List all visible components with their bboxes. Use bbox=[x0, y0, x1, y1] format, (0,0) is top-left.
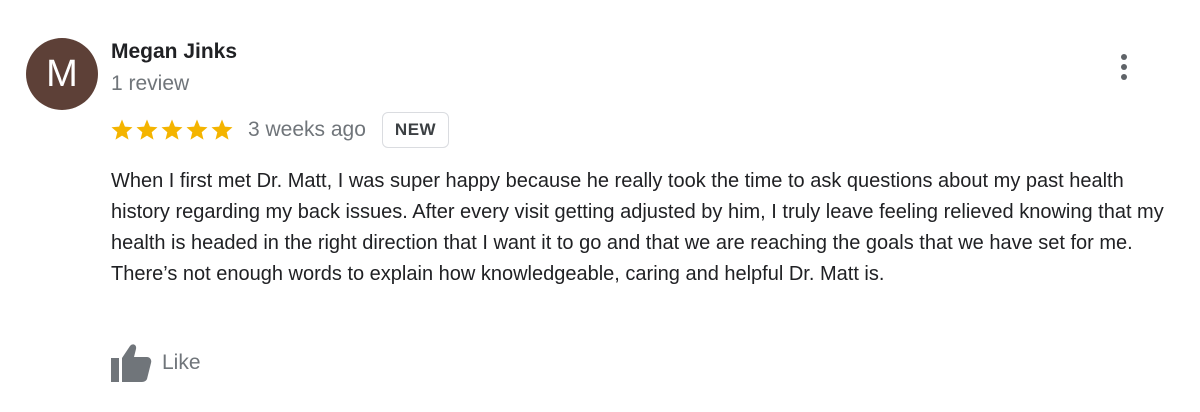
star-icon bbox=[211, 119, 233, 140]
more-options-button[interactable] bbox=[1108, 50, 1140, 84]
star-rating bbox=[110, 118, 234, 142]
star-icon bbox=[161, 119, 183, 140]
rating-row: 3 weeks ago NEW bbox=[110, 112, 450, 148]
more-vert-icon-dot bbox=[1121, 74, 1127, 80]
like-button[interactable]: Like bbox=[110, 343, 201, 383]
author-name[interactable]: Megan Jinks bbox=[111, 38, 237, 66]
new-badge: NEW bbox=[381, 112, 450, 148]
avatar[interactable]: M bbox=[26, 38, 98, 110]
like-label: Like bbox=[162, 351, 201, 374]
star-icon bbox=[111, 119, 133, 140]
star-icon bbox=[186, 119, 208, 140]
review-card: M Megan Jinks 1 review 3 weeks ago NEW W… bbox=[0, 0, 1200, 412]
more-vert-icon-dot bbox=[1121, 64, 1127, 70]
more-vert-icon bbox=[1121, 54, 1127, 60]
review-time: 3 weeks ago bbox=[248, 118, 366, 141]
author-review-count[interactable]: 1 review bbox=[111, 70, 189, 98]
thumbs-up-icon bbox=[111, 344, 152, 382]
star-icon bbox=[136, 119, 158, 140]
review-text: When I first met Dr. Matt, I was super h… bbox=[111, 170, 1164, 285]
